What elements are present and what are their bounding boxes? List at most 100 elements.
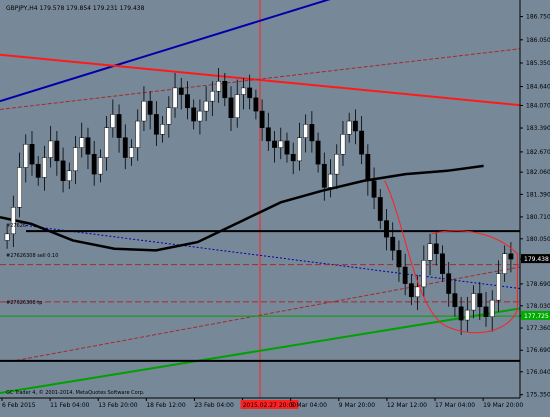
- candle-body: [371, 180, 377, 198]
- candle-body: [334, 153, 340, 175]
- candle-body: [91, 153, 97, 175]
- candle-body: [48, 140, 54, 158]
- candle-body: [104, 127, 110, 158]
- candle-body: [122, 137, 128, 158]
- price-tick-label: 177.360: [526, 325, 550, 332]
- candle-body: [209, 90, 215, 102]
- time-tick-label: 6 Feb 2015: [2, 402, 36, 409]
- candle-body: [265, 127, 271, 142]
- candle-body: [477, 293, 483, 308]
- candle-body: [54, 140, 60, 162]
- candle-body: [377, 197, 383, 221]
- candle-body: [60, 160, 66, 182]
- candle-body: [160, 124, 166, 135]
- candle-body: [284, 140, 290, 155]
- candle-body: [110, 114, 116, 128]
- time-tick-label: 11 Feb 04:00: [50, 402, 90, 409]
- candle-body: [440, 253, 445, 274]
- price-tick-label: 180.050: [526, 236, 550, 243]
- time-tick-label: 17 Mar 04:00: [435, 402, 475, 409]
- candle-body: [135, 120, 141, 148]
- candle-body: [508, 253, 514, 260]
- candle-body: [73, 147, 78, 172]
- candle-body: [172, 87, 178, 109]
- price-tick-label: 184.640: [526, 84, 550, 91]
- candle-body: [222, 81, 228, 99]
- price-tick-label: 185.350: [526, 60, 550, 67]
- candle-body: [328, 173, 333, 188]
- price-tick-label: 180.710: [526, 214, 550, 221]
- candle-body: [340, 134, 346, 155]
- candle-body: [384, 220, 389, 238]
- candle-body: [452, 293, 458, 308]
- time-tick-label: 13 Feb 20:00: [98, 402, 138, 409]
- candle-body: [259, 110, 265, 128]
- candle-body: [216, 81, 222, 92]
- time-tick-label: 2015.02.27 20:00: [243, 402, 297, 409]
- chart-window[interactable]: 186.750 186.050 185.350 184.640 184.070 183.3…: [0, 0, 550, 413]
- price-tick-label: 181.390: [526, 191, 550, 198]
- time-tick-label: 23 Feb 04:00: [194, 402, 234, 409]
- candle-body: [297, 137, 302, 162]
- candle-body: [79, 137, 85, 148]
- candle-body: [321, 163, 327, 188]
- price-tick-label: 182.060: [526, 169, 550, 176]
- candle-body: [303, 124, 309, 138]
- candle-body: [458, 306, 464, 321]
- candle-body: [502, 253, 508, 274]
- candle-body: [496, 273, 501, 301]
- candle-body: [408, 283, 414, 298]
- candle-body: [483, 306, 489, 317]
- candle-body: [153, 114, 159, 135]
- current-price-label: 179.438: [524, 256, 549, 263]
- time-tick-label: 5 Mar 04:00: [291, 402, 327, 409]
- price-tick-label: 182.670: [526, 149, 550, 156]
- candle-body: [191, 107, 197, 122]
- candle-body: [129, 147, 134, 158]
- candle-body: [178, 87, 184, 95]
- price-tick-label: 178.030: [526, 303, 550, 310]
- time-tick-label: 19 Mar 20:00: [483, 402, 523, 409]
- candle-body: [446, 273, 452, 294]
- candle-body: [427, 243, 433, 261]
- candle-body: [471, 293, 476, 311]
- candle-body: [116, 114, 122, 138]
- candle-body: [147, 100, 153, 115]
- candle-body: [42, 157, 47, 178]
- time-tick-label: 9 Mar 20:00: [339, 402, 375, 409]
- candle-body: [464, 309, 470, 321]
- candle-body: [489, 299, 495, 317]
- candle-body: [278, 140, 284, 148]
- candle-body: [35, 163, 41, 178]
- candle-body: [10, 207, 16, 235]
- candle-body: [66, 170, 72, 182]
- candle-body: [247, 87, 253, 99]
- candle-body: [85, 137, 91, 155]
- price-chart[interactable]: 186.750 186.050 185.350 184.640 184.070 183.3…: [0, 0, 550, 413]
- candle-body: [141, 100, 147, 122]
- price-tick-label: 178.690: [526, 281, 550, 288]
- candle-body: [203, 100, 209, 112]
- candle-body: [315, 140, 321, 165]
- sell-order-label: #27626308 sell 0.10: [6, 253, 58, 259]
- candle-body: [228, 97, 234, 118]
- time-tick-label: 18 Feb 12:00: [146, 402, 186, 409]
- tp-order-label: #27626308 tp: [6, 300, 42, 306]
- price-tick-label: 186.050: [526, 37, 550, 44]
- candle-body: [421, 260, 427, 288]
- green-level-label: 177.725: [524, 313, 549, 320]
- candle-body: [272, 140, 277, 148]
- candle-body: [29, 144, 35, 165]
- time-tick-label: 12 Mar 12:00: [387, 402, 427, 409]
- candle-body: [166, 107, 172, 125]
- candle-body: [4, 233, 10, 241]
- candle-body: [309, 124, 315, 142]
- left-order-label: #27626: [6, 223, 26, 229]
- price-tick-label: 183.390: [526, 125, 550, 132]
- candle-body: [290, 153, 296, 162]
- price-tick-label: 186.750: [526, 14, 550, 21]
- symbol-info: GBPJPY,H4 179.578 179.854 179.231 179.43…: [6, 5, 145, 12]
- candle-body: [185, 94, 190, 109]
- candle-body: [23, 144, 29, 168]
- candle-body: [390, 236, 396, 251]
